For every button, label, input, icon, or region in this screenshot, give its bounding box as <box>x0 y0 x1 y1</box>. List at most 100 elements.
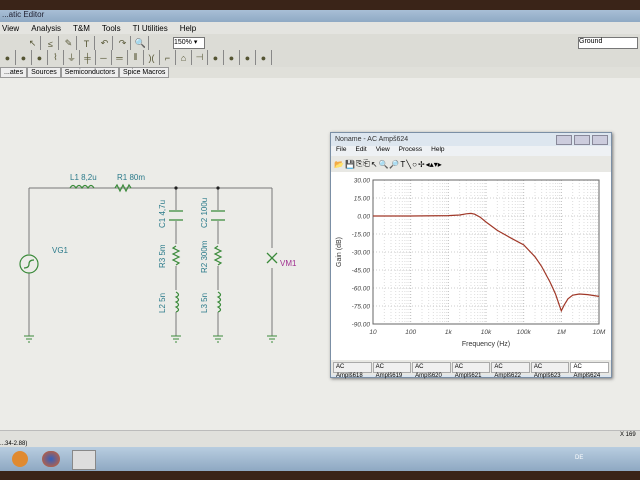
capacitor-c2[interactable] <box>211 210 225 221</box>
label-vg1: VG1 <box>52 246 69 255</box>
result-tab[interactable]: AC Amplš620 <box>412 362 451 379</box>
resistor-r2[interactable] <box>213 245 223 266</box>
pen-tool-button[interactable]: ✎ <box>61 36 77 51</box>
transformer-icon[interactable]: ⫴ <box>128 50 144 65</box>
analysis-menu: File Edit View Process Help <box>331 146 611 156</box>
cursor-icon[interactable]: ✢ <box>418 160 425 169</box>
tina-icon[interactable] <box>72 450 96 470</box>
magnify-button[interactable]: 🔍 <box>133 36 149 51</box>
x-tick-label: 100k <box>517 329 532 336</box>
line-icon[interactable]: ╲ <box>406 160 411 169</box>
capacitor-c1[interactable] <box>169 210 183 221</box>
title-bar: ...atic Editor <box>0 10 640 22</box>
paste-icon[interactable]: ⎗ <box>363 159 369 169</box>
tab-spice-macros[interactable]: Spice Macros <box>118 67 170 78</box>
analysis-window-title: Noname - AC Ampš624 <box>335 136 409 143</box>
ground-icon[interactable]: ═ <box>112 50 128 65</box>
menu-ti-utilities[interactable]: TI Utilities <box>133 24 168 33</box>
result-tab[interactable]: AC Amplš623 <box>530 362 570 379</box>
result-tab[interactable]: AC Amplš621 <box>451 362 491 379</box>
menu-tools[interactable]: Tools <box>102 24 121 33</box>
zoom-out-icon[interactable]: 🔎 <box>389 160 399 169</box>
maximize-button[interactable] <box>574 134 590 145</box>
zoom-select[interactable]: 150% ▾ <box>173 37 205 49</box>
tab-semiconductors[interactable]: Semiconductors <box>60 67 119 78</box>
x-axis-label: Frequency (Hz) <box>462 341 510 348</box>
menu-tm[interactable]: T&M <box>73 24 90 33</box>
taskbar: DE <box>0 447 640 471</box>
close-button[interactable] <box>592 134 608 145</box>
voltage-generator-vg1[interactable] <box>19 254 39 274</box>
menu-process[interactable]: Process <box>399 146 422 156</box>
component-toolbar: ● ● ● ⌇ ⏚ ╪ ─ ═ ⫴)(⌐ ⌂ ⊣ ● ● ● ● <box>0 50 640 68</box>
menu-edit[interactable]: Edit <box>355 146 366 156</box>
y-tick-label: -15.00 <box>352 232 371 239</box>
menu-view[interactable]: View <box>2 24 19 33</box>
menu-analysis[interactable]: Analysis <box>31 24 61 33</box>
battery-icon[interactable]: ⊣ <box>192 50 208 65</box>
inductor-l3[interactable] <box>216 291 222 313</box>
zoom-value: 150% <box>174 39 192 46</box>
analysis-tabs: AC Amplš618 AC Amplš619 AC Amplš620 AC Ampl… <box>331 360 611 379</box>
label-r3: R3 5m <box>158 244 167 268</box>
inductor-l2[interactable] <box>174 291 180 313</box>
arrows-icon[interactable]: ◂▴▾▸ <box>426 160 442 169</box>
zoom-in-icon[interactable]: 🔍 <box>378 160 388 169</box>
capacitor-icon[interactable]: ╪ <box>80 50 96 65</box>
meter-icon[interactable]: ● <box>32 50 48 65</box>
voltmeter-vm1[interactable] <box>266 252 278 264</box>
main-toolbar: ↖ ≤ ✎ T ↶ ↷ 🔍 150% ▾ Ground <box>0 34 640 51</box>
minimize-button[interactable] <box>556 134 572 145</box>
text-tool-button[interactable]: T <box>79 36 95 51</box>
gain-chart[interactable]: 30.00 15.00 0.00 -15.00 -30.00 -45.00 -60.00 -7… <box>331 172 609 360</box>
tab-gates[interactable]: ...ates <box>0 67 28 78</box>
meter-icon[interactable]: ● <box>16 50 32 65</box>
y-tick-label: -90.00 <box>352 322 371 329</box>
menu-help[interactable]: Help <box>180 24 196 33</box>
relay-icon[interactable]: ⌂ <box>176 50 192 65</box>
language-indicator[interactable]: DE <box>575 455 583 461</box>
result-tab[interactable]: AC Amplš618 <box>333 362 372 379</box>
lamp-icon[interactable]: ● <box>256 50 272 65</box>
label-r2: R2 300m <box>200 240 209 273</box>
tab-sources[interactable]: Sources <box>27 67 61 78</box>
menu-view[interactable]: View <box>376 146 390 156</box>
undo-button[interactable]: ↶ <box>97 36 113 51</box>
result-tab[interactable]: AC Amplš619 <box>372 362 412 379</box>
redo-button[interactable]: ↷ <box>115 36 131 51</box>
circle-icon[interactable]: ○ <box>412 160 417 169</box>
meter-icon[interactable]: ● <box>0 50 16 65</box>
label-vm1: VM1 <box>280 259 297 268</box>
ground-select[interactable]: Ground <box>578 37 638 49</box>
save-icon[interactable]: 💾 <box>345 160 355 169</box>
select-tool-button[interactable]: ↖ <box>25 36 41 51</box>
result-tab[interactable]: AC Amplš622 <box>491 362 530 379</box>
switch-icon[interactable]: ⌐ <box>160 50 176 65</box>
menu-file[interactable]: File <box>336 146 346 156</box>
lamp-icon[interactable]: ● <box>224 50 240 65</box>
copy-icon[interactable]: ⎘ <box>356 159 362 169</box>
wire-tool-button[interactable]: ≤ <box>43 36 59 51</box>
result-tab[interactable]: AC Amplš624 <box>570 362 610 379</box>
status-right: X 169 <box>620 432 636 438</box>
media-player-icon[interactable] <box>12 451 28 467</box>
y-tick-label: -45.00 <box>352 268 371 275</box>
firefox-icon[interactable] <box>42 451 60 467</box>
ground-icons <box>24 335 277 343</box>
open-icon[interactable]: 📂 <box>334 160 344 169</box>
resistor-icon[interactable]: ⌇ <box>48 50 64 65</box>
pointer-icon[interactable]: ↖ <box>371 160 378 169</box>
chart-area: 30.00 15.00 0.00 -15.00 -30.00 -45.00 -60.00 -7… <box>331 172 611 360</box>
lamp-icon[interactable]: ● <box>240 50 256 65</box>
menu-help[interactable]: Help <box>431 146 444 156</box>
text-icon[interactable]: T <box>400 160 405 169</box>
potentiometer-icon[interactable]: ⏚ <box>64 50 80 65</box>
analysis-window: Noname - AC Ampš624 File Edit View Proce… <box>330 132 612 379</box>
lamp-icon[interactable]: ● <box>208 50 224 65</box>
analysis-toolbar: 📂 💾 ⎘ ⎗ ↖ 🔍 🔎 T ╲ ○ ✢ ◂▴▾▸ <box>331 156 611 172</box>
inductor-icon[interactable]: ─ <box>96 50 112 65</box>
coupling-icon[interactable]: )( <box>144 50 160 65</box>
resistor-r3[interactable] <box>171 245 181 266</box>
component-tabs: ...ates Sources Semiconductors Spice Mac… <box>0 67 640 78</box>
x-tick-label: 10k <box>481 329 492 336</box>
